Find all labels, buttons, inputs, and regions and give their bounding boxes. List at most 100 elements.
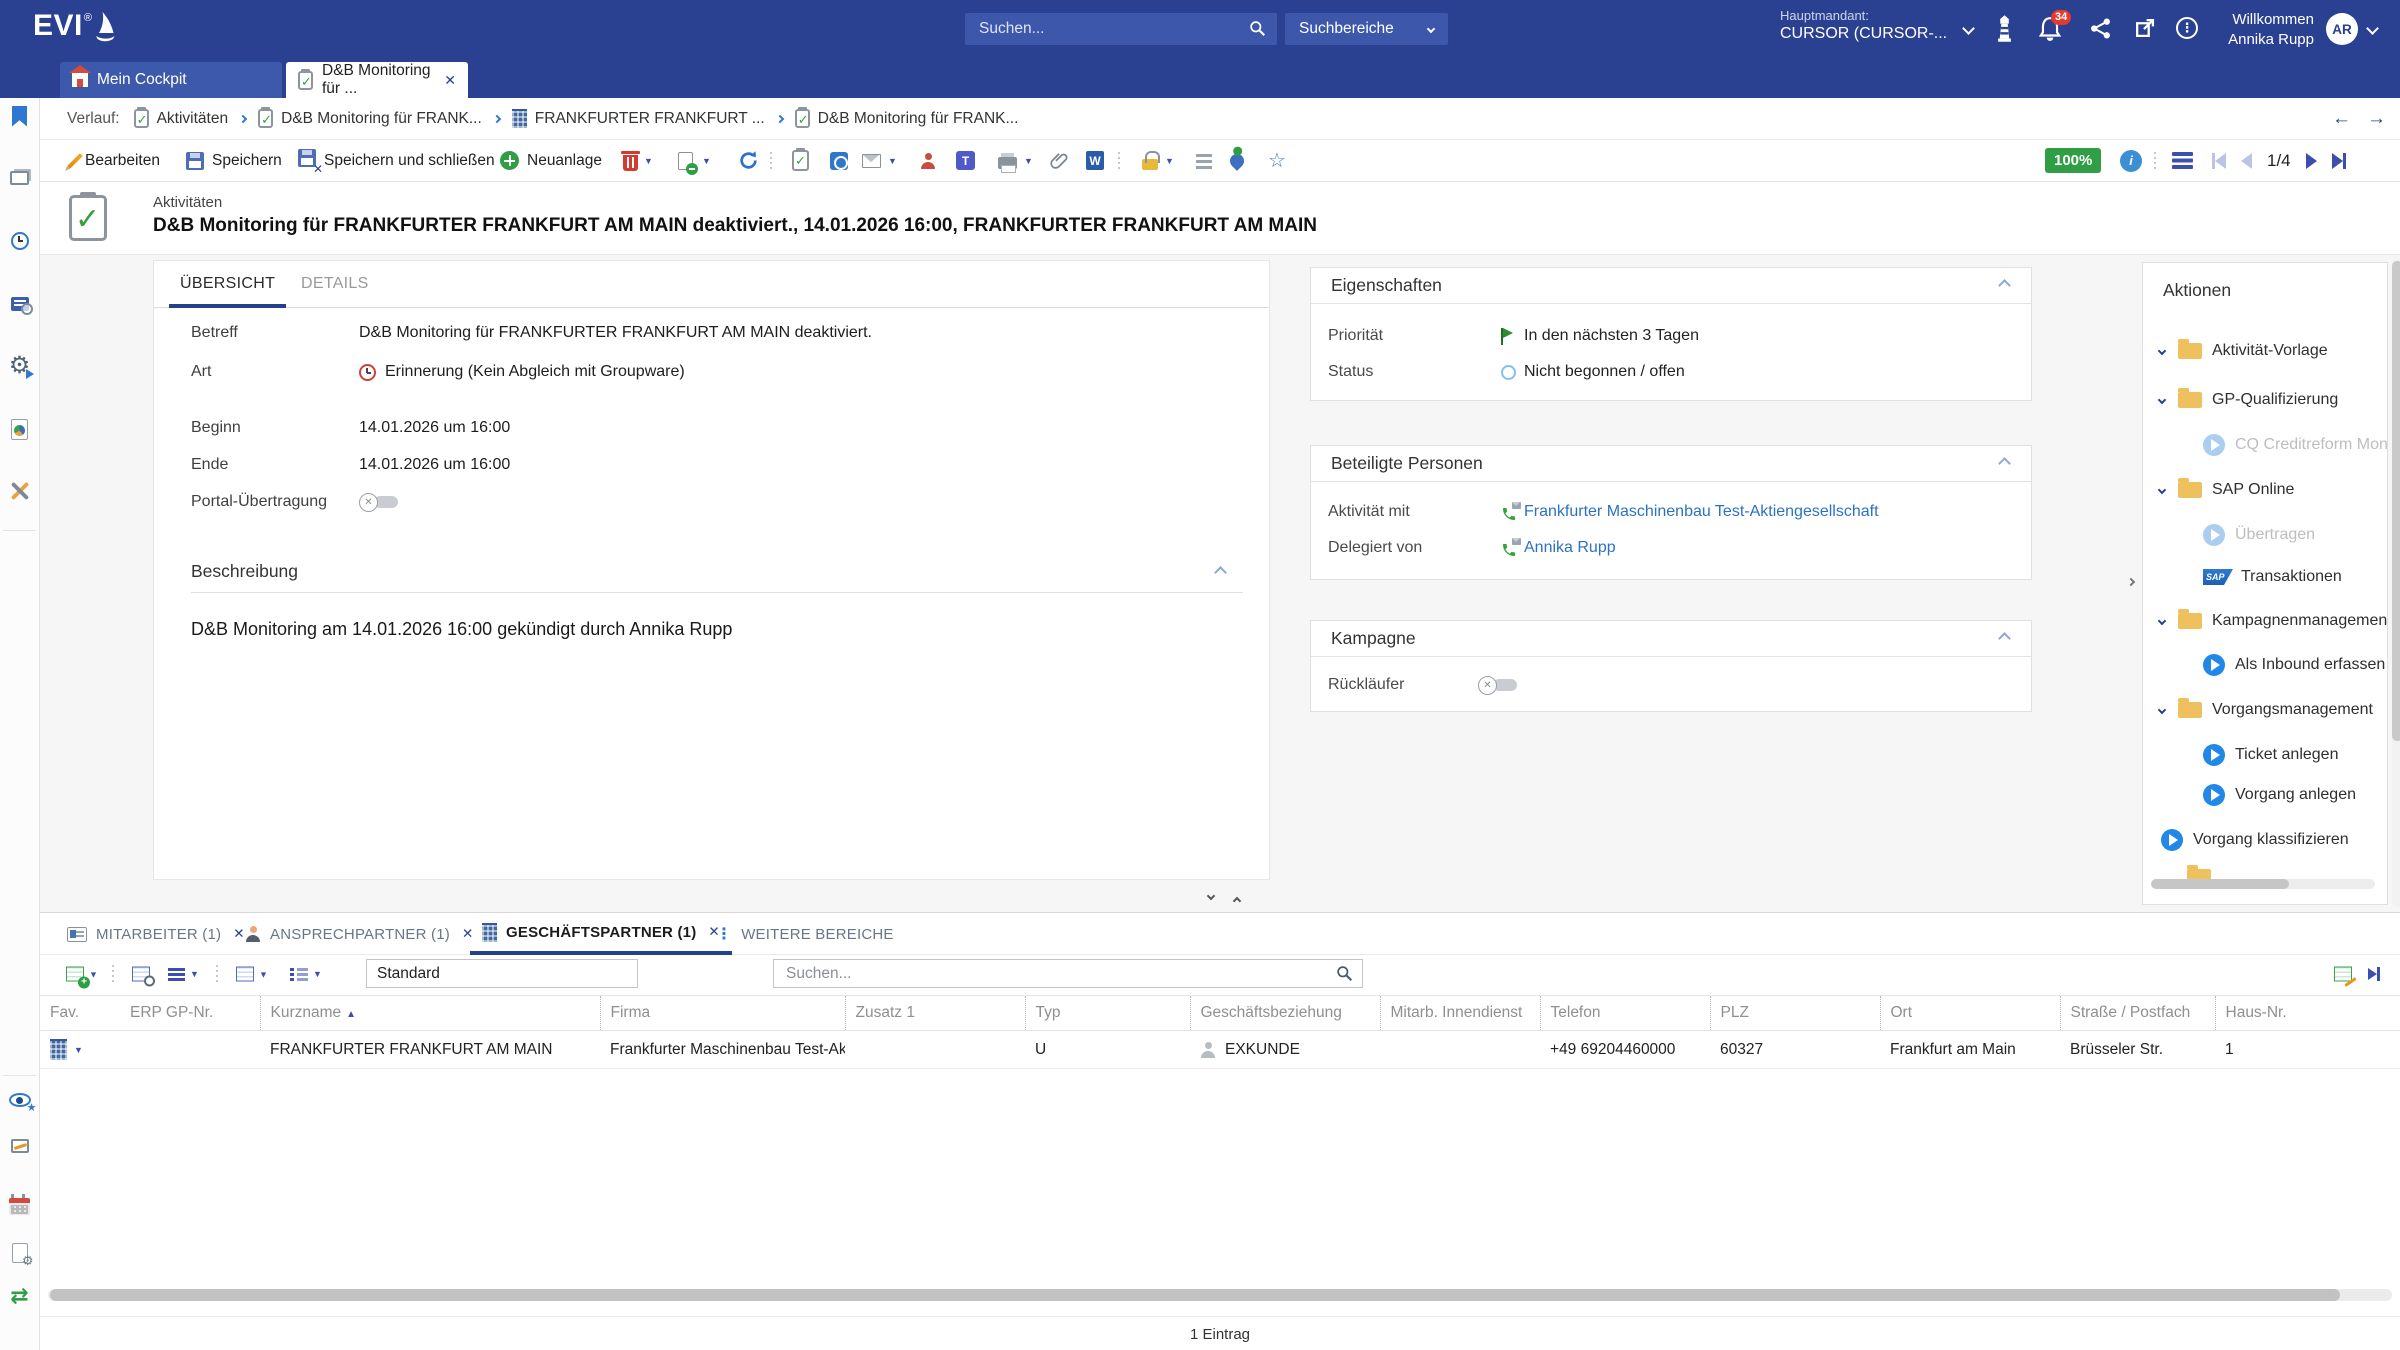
grid-dock-button[interactable] <box>2368 967 2380 981</box>
save-button[interactable]: Speichern <box>186 140 282 181</box>
watchlist-eye-icon[interactable] <box>6 1086 34 1114</box>
action-folder-sap-online[interactable]: SAP Online <box>2159 477 2294 503</box>
action-vorgang-anlegen[interactable]: Vorgang anlegen <box>2203 782 2356 808</box>
col-zusatz1[interactable]: Zusatz 1 <box>845 996 1025 1031</box>
data-quality-badge[interactable]: 100% <box>2045 140 2101 181</box>
last-record-button[interactable] <box>2332 153 2346 169</box>
user-menu-chevron-icon[interactable] <box>2366 22 2379 35</box>
tab-details[interactable]: DETAILS <box>301 261 369 307</box>
windows-stack-icon[interactable] <box>6 164 34 192</box>
calendar-icon[interactable] <box>6 1190 34 1218</box>
notifications-bell-icon[interactable]: 34 <box>2038 16 2062 47</box>
sync-icon[interactable]: ⇄ <box>6 1282 34 1310</box>
tab-geschaeftspartner[interactable]: GESCHÄFTSPARTNER (1) ✕ <box>470 913 732 955</box>
more-options-icon[interactable]: ⋮ <box>2176 17 2198 39</box>
collapse-panel-icon[interactable] <box>1998 279 2011 292</box>
aktivitaet-mit-link[interactable]: Frankfurter Maschinenbau Test-Aktiengese… <box>1524 503 1879 521</box>
collapse-section-icon[interactable] <box>1214 566 1227 579</box>
create-button[interactable]: Neuanlage <box>500 140 602 181</box>
dropdown-icon[interactable]: ▼ <box>1024 156 1033 166</box>
report-chart-icon[interactable] <box>6 415 34 443</box>
refresh-button[interactable] <box>738 140 759 181</box>
action-folder-aktivitaet-vorlage[interactable]: Aktivität-Vorlage <box>2159 338 2328 364</box>
tab-mitarbeiter[interactable]: MITARBEITER (1) ✕ <box>55 913 257 955</box>
breadcrumb-item-frankfurter[interactable]: FRANKFURTER FRANKFURT ... <box>512 109 765 128</box>
tab-mein-cockpit[interactable]: Mein Cockpit <box>60 62 282 98</box>
tab-ansprechpartner[interactable]: ANSPRECHPARTNER (1) ✕ <box>233 913 485 955</box>
attachment-button[interactable] <box>1050 140 1069 181</box>
actions-horizontal-scrollbar[interactable] <box>2151 879 2375 889</box>
tools-icon[interactable] <box>6 477 34 505</box>
grid-search-input[interactable] <box>773 959 1363 988</box>
col-fav[interactable]: Fav. <box>40 996 120 1031</box>
add-location-button[interactable] <box>1230 140 1244 181</box>
edit-button[interactable]: Bearbeiten <box>73 140 160 181</box>
vertical-scrollbar[interactable] <box>2392 259 2400 907</box>
action-als-inbound-erfassen[interactable]: Als Inbound erfassen <box>2203 652 2385 678</box>
teams-button[interactable]: T <box>956 140 975 181</box>
dropdown-icon[interactable]: ▼ <box>702 156 711 166</box>
col-ort[interactable]: Ort <box>1880 996 2060 1031</box>
collapse-panel-icon[interactable] <box>1998 632 2011 645</box>
dropdown-icon[interactable]: ▼ <box>1165 156 1174 166</box>
breadcrumb-item-monitoring-1[interactable]: D&B Monitoring für FRANK... <box>258 109 482 128</box>
bookmarks-icon[interactable] <box>6 102 34 130</box>
history-back-icon[interactable]: ← <box>2332 108 2351 130</box>
global-search-input[interactable] <box>965 13 1277 45</box>
dropdown-icon[interactable]: ▼ <box>89 969 98 979</box>
row-dropdown-icon[interactable]: ▼ <box>74 1045 83 1055</box>
ruecklaeufer-toggle-off[interactable]: ✕ <box>1478 676 1517 695</box>
info-button[interactable]: i <box>2120 140 2142 181</box>
view-select-input[interactable] <box>366 959 638 988</box>
col-kurzname[interactable]: Kurzname▲ <box>260 996 600 1031</box>
permissions-button[interactable]: ▼ <box>1142 140 1174 181</box>
action-ticket-anlegen[interactable]: Ticket anlegen <box>2203 742 2338 768</box>
col-geschaeftsbeziehung[interactable]: Geschäftsbeziehung <box>1190 996 1380 1031</box>
delete-button[interactable]: ▼ <box>623 140 653 181</box>
tree-chevron-icon[interactable] <box>2158 486 2166 494</box>
col-plz[interactable]: PLZ <box>1710 996 1880 1031</box>
favorite-button[interactable]: ☆ <box>1268 140 1286 181</box>
stack-list-button[interactable] <box>1196 140 1212 181</box>
tenant-selector[interactable]: Hauptmandant: CURSOR (CURSOR-... <box>1780 8 1947 43</box>
email-button[interactable]: ▼ <box>862 140 897 181</box>
tab-weitere-bereiche[interactable]: ⋮ WEITERE BEREICHE <box>704 913 906 955</box>
tree-chevron-icon[interactable] <box>2158 706 2166 714</box>
next-record-button[interactable] <box>2306 153 2317 169</box>
grid-add-record-button[interactable]: ▼ <box>66 967 98 982</box>
col-haus-nr[interactable]: Haus-Nr. <box>2215 996 2400 1031</box>
grid-rows-button[interactable]: ▼ <box>168 969 199 979</box>
history-forward-icon[interactable]: → <box>2367 108 2386 130</box>
first-record-button[interactable] <box>2212 153 2226 169</box>
dropdown-icon[interactable]: ▼ <box>190 969 199 979</box>
breadcrumb-item-monitoring-2[interactable]: D&B Monitoring für FRANK... <box>795 109 1019 128</box>
dropdown-icon[interactable]: ▼ <box>888 156 897 166</box>
tab-dnb-monitoring[interactable]: D&B Monitoring für ... ✕ <box>286 62 468 98</box>
action-transaktionen[interactable]: SAPTransaktionen <box>2203 564 2342 590</box>
task-clipboard-button[interactable] <box>792 140 809 181</box>
notes-clipboard-icon[interactable] <box>6 1132 34 1160</box>
menu-button[interactable] <box>2172 140 2193 181</box>
previous-record-button[interactable] <box>2241 153 2252 169</box>
copy-button[interactable]: ▼ <box>678 140 711 181</box>
portal-toggle-off[interactable]: ✕ <box>359 493 398 512</box>
process-gear-icon[interactable]: ⚙ <box>6 352 34 380</box>
search-scope-button[interactable]: Suchbereiche <box>1285 13 1448 45</box>
dropdown-icon[interactable]: ▼ <box>644 156 653 166</box>
col-typ[interactable]: Typ <box>1025 996 1190 1031</box>
breadcrumb-item-aktivitaeten[interactable]: Aktivitäten <box>134 109 229 128</box>
action-folder-vorgangsmanagement[interactable]: Vorgangsmanagement <box>2159 697 2373 723</box>
tenant-chevron-icon[interactable] <box>1962 22 1975 35</box>
history-clock-icon[interactable] <box>6 227 34 255</box>
appointment-button[interactable] <box>830 140 848 181</box>
save-close-button[interactable]: ✕Speichern und schließen <box>298 140 495 181</box>
collapse-up-icon[interactable] <box>1233 897 1241 905</box>
grid-columns-button[interactable]: ▼ <box>236 967 268 982</box>
table-horizontal-scrollbar[interactable] <box>48 1289 2392 1301</box>
col-strasse-postfach[interactable]: Straße / Postfach <box>2060 996 2215 1031</box>
action-folder-kampagnenmanagement[interactable]: Kampagnenmanagement <box>2159 608 2388 634</box>
external-link-icon[interactable] <box>2134 18 2155 44</box>
collapse-panel-icon[interactable] <box>1998 457 2011 470</box>
col-mitarb-innendienst[interactable]: Mitarb. Innendienst <box>1380 996 1540 1031</box>
close-icon[interactable]: ✕ <box>444 72 456 89</box>
